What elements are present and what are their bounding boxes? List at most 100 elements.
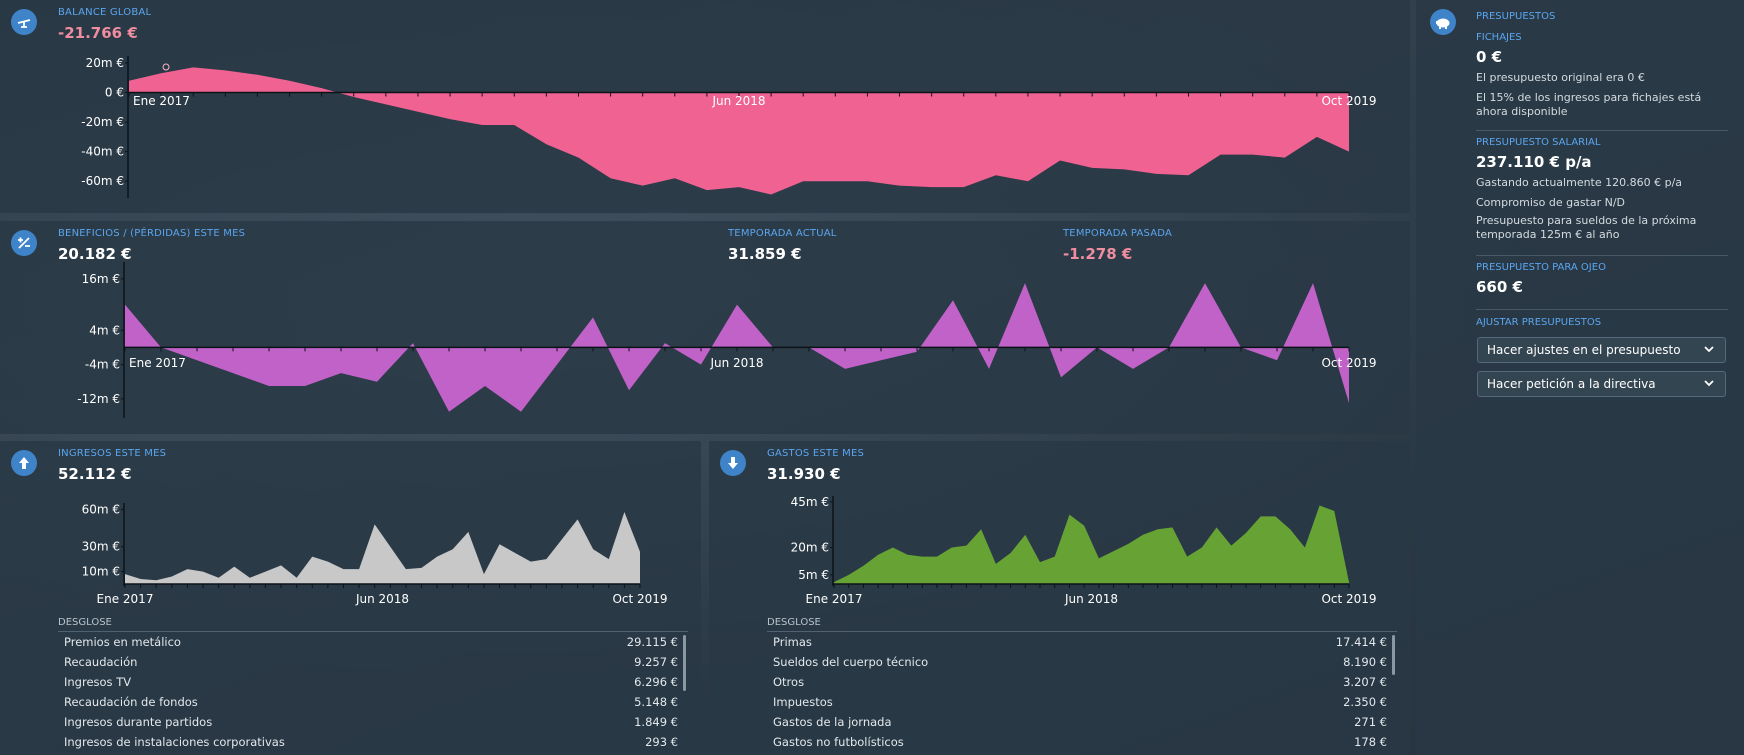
list-item: Sueldos del cuerpo técnico 8.190 € [767, 652, 1387, 672]
list-item: Impuestos 2.350 € [767, 692, 1387, 712]
y-tick-label: -60m € [81, 174, 124, 188]
list-item: Premios en metálico 29.115 € [58, 632, 678, 652]
x-tick-label: Ene 2017 [97, 592, 154, 606]
y-tick-label: 0 € [105, 86, 124, 100]
wage-budget-title: PRESUPUESTO SALARIAL [1476, 137, 1601, 148]
item-label: Gastos de la jornada [773, 715, 892, 729]
x-tick-label: Ene 2017 [806, 592, 863, 606]
x-tick-label: Jun 2018 [711, 94, 765, 108]
list-item: Ingresos TV 6.296 € [58, 672, 678, 692]
item-label: Recaudación de fondos [64, 695, 198, 709]
item-value: 9.257 € [634, 655, 678, 669]
balance-chart: 20m € 0 € -20m € -40m € -60m € Ene 2017 Jun 20… [81, 56, 1377, 198]
x-tick-label: Oct 2019 [612, 592, 667, 606]
item-value: 29.115 € [626, 635, 678, 649]
expenses-breakdown-title: DESGLOSE [767, 617, 821, 628]
item-label: Premios en metálico [64, 635, 181, 649]
item-label: Primas [773, 635, 812, 649]
y-tick-label: 5m € [798, 568, 829, 582]
divider [1476, 255, 1728, 256]
peak-marker [162, 63, 170, 71]
dropdown-label: Hacer petición a la directiva [1487, 377, 1656, 391]
item-value: 8.190 € [1343, 655, 1387, 669]
scouting-budget-title: PRESUPUESTO PARA OJEO [1476, 262, 1606, 273]
x-tick-label: Ene 2017 [129, 356, 186, 370]
item-value: 178 € [1354, 735, 1387, 749]
profit-panel: BENEFICIOS / (PÉRDIDAS) ESTE MES 20.182 … [0, 221, 1410, 434]
item-label: Ingresos durante partidos [64, 715, 213, 729]
expenses-chart: 45m € 20m € 5m € Ene 2017 Jun 2018 Oct 2019 [791, 495, 1377, 606]
item-value: 271 € [1354, 715, 1387, 729]
profit-chart: 16m € 4m € -4m € -12m € Ene 2017 Jun 2018 Oct … [77, 262, 1377, 418]
income-scrollbar[interactable] [683, 635, 686, 691]
item-label: Ingresos TV [64, 675, 132, 689]
list-item: Ingresos de instalaciones corporativas 29… [58, 732, 678, 752]
item-value: 3.207 € [1343, 675, 1387, 689]
y-tick-label: -4m € [85, 358, 120, 372]
adjust-budgets-title: AJUSTAR PRESUPUESTOS [1476, 317, 1602, 328]
y-tick-label: 16m € [82, 272, 120, 286]
x-tick-label: Jun 2018 [355, 592, 409, 606]
item-label: Gastos no futbolísticos [773, 735, 904, 749]
income-breakdown-list[interactable]: Premios en metálico 29.115 € Recaudación 9… [58, 632, 678, 752]
x-tick-label: Jun 2018 [1064, 592, 1118, 606]
expenses-scrollbar[interactable] [1392, 635, 1395, 675]
y-tick-label: 20m € [86, 56, 124, 70]
x-tick-label: Oct 2019 [1321, 592, 1376, 606]
list-item: Recaudación 9.257 € [58, 652, 678, 672]
divider [1476, 309, 1728, 310]
y-tick-label: 10m € [82, 565, 120, 579]
item-value: 293 € [645, 735, 678, 749]
area-series [129, 67, 1349, 195]
x-tick-label: Oct 2019 [1321, 356, 1376, 370]
wage-next-season: Presupuesto para sueldos de la próxima t… [1476, 214, 1697, 241]
item-label: Impuestos [773, 695, 833, 709]
piggy-bank-icon [1430, 9, 1456, 35]
list-item: Gastos de la jornada 271 € [767, 712, 1387, 732]
list-item: Recaudación de fondos 5.148 € [58, 692, 678, 712]
y-tick-label: 30m € [82, 540, 120, 554]
transfers-title: FICHAJES [1476, 32, 1522, 43]
y-tick-label: 45m € [791, 495, 829, 509]
income-breakdown-title: DESGLOSE [58, 617, 112, 628]
item-label: Recaudación [64, 655, 138, 669]
scouting-budget-value: 660 € [1476, 278, 1523, 296]
list-item: Gastos no futbolísticos 178 € [767, 732, 1387, 752]
expenses-breakdown-list[interactable]: Primas 17.414 € Sueldos del cuerpo técnic… [767, 632, 1387, 752]
chevron-down-icon [1703, 377, 1715, 392]
item-value: 5.148 € [634, 695, 678, 709]
transfers-note-original: El presupuesto original era 0 € [1476, 71, 1645, 84]
y-tick-label: 60m € [82, 502, 120, 516]
y-tick-label: 4m € [89, 323, 120, 337]
dropdown-label: Hacer ajustes en el presupuesto [1487, 343, 1681, 357]
wage-current-spend: Gastando actualmente 120.860 € p/a [1476, 176, 1683, 189]
chevron-down-icon [1703, 343, 1715, 358]
item-value: 6.296 € [634, 675, 678, 689]
x-tick-label: Ene 2017 [133, 94, 190, 108]
income-panel: INGRESOS ESTE MES 52.112 € 60m €30m €10m… [0, 441, 701, 755]
list-item: Ingresos durante partidos 1.849 € [58, 712, 678, 732]
expenses-panel: GASTOS ESTE MES 31.930 € 45m €20m €5m € E… [709, 441, 1410, 755]
area-series [834, 505, 1349, 584]
item-label: Otros [773, 675, 805, 689]
transfers-note-revenue: El 15% de los ingresos para fichajes est… [1476, 91, 1702, 118]
divider [1476, 130, 1728, 131]
transfers-value: 0 € [1476, 48, 1503, 66]
item-value: 2.350 € [1343, 695, 1387, 709]
budgets-title: PRESUPUESTOS [1476, 11, 1556, 22]
wage-commitment: Compromiso de gastar N/D [1476, 196, 1626, 209]
item-value: 17.414 € [1335, 635, 1387, 649]
y-tick-label: -40m € [81, 145, 124, 159]
wage-budget-value: 237.110 € p/a [1476, 153, 1592, 171]
y-tick-label: 20m € [791, 540, 829, 554]
income-chart: 60m € 30m € 10m € Ene 2017 Jun 2018 Oct 2019 [82, 502, 668, 606]
item-label: Sueldos del cuerpo técnico [773, 655, 929, 669]
y-tick-label: -12m € [77, 392, 120, 406]
list-item: Otros 3.207 € [767, 672, 1387, 692]
budget-adjust-dropdown[interactable]: Hacer ajustes en el presupuesto [1477, 337, 1726, 363]
x-tick-label: Oct 2019 [1321, 94, 1376, 108]
y-tick-label: -20m € [81, 115, 124, 129]
item-label: Ingresos de instalaciones corporativas [64, 735, 285, 749]
board-request-dropdown[interactable]: Hacer petición a la directiva [1477, 371, 1726, 397]
balance-panel: BALANCE GLOBAL -21.766 € 20m €0 € -20m € -… [0, 0, 1410, 213]
